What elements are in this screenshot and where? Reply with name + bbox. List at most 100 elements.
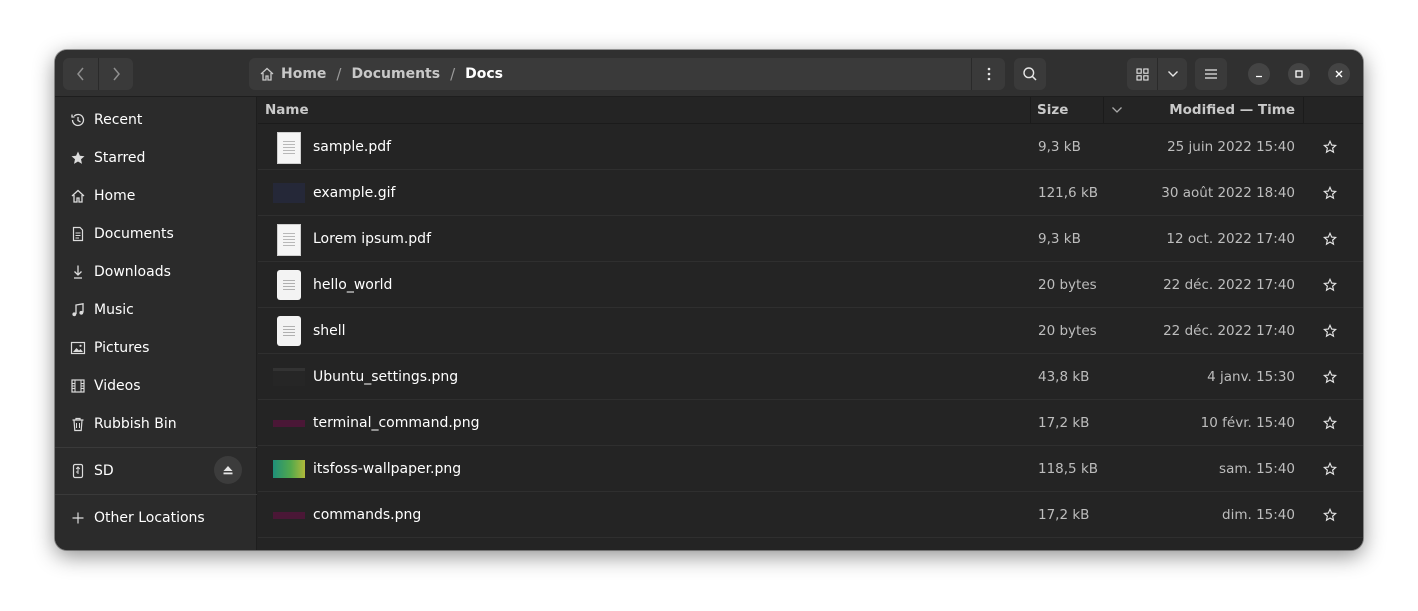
minimize-button[interactable]	[1248, 63, 1270, 85]
breadcrumb-separator: /	[336, 65, 342, 83]
file-modified: sam. 15:40	[1219, 461, 1295, 477]
picture-icon	[68, 338, 88, 358]
star-toggle[interactable]	[1320, 367, 1340, 387]
file-modified: 25 juin 2022 15:40	[1167, 139, 1295, 155]
sidebar-item-other-locations[interactable]: Other Locations	[55, 499, 257, 537]
sidebar-item-label: Videos	[94, 378, 141, 394]
star-toggle[interactable]	[1320, 459, 1340, 479]
column-header-modified[interactable]: Modified — Time	[1169, 97, 1295, 123]
column-header-modified-label: Modified — Time	[1169, 102, 1295, 118]
column-separator	[1030, 97, 1031, 123]
file-modified: 4 janv. 15:30	[1207, 369, 1295, 385]
file-size: 43,8 kB	[1038, 369, 1090, 385]
sidebar-item-rubbish-bin[interactable]: Rubbish Bin	[55, 405, 257, 443]
star-toggle[interactable]	[1320, 137, 1340, 157]
sidebar-item-label: Starred	[94, 150, 146, 166]
row-divider	[258, 537, 1363, 538]
sidebar-item-documents[interactable]: Documents	[55, 215, 257, 253]
forward-button[interactable]	[98, 58, 133, 90]
file-modified: 30 août 2022 18:40	[1161, 185, 1295, 201]
home-icon	[68, 186, 88, 206]
star-icon	[68, 148, 88, 168]
sidebar-item-music[interactable]: Music	[55, 291, 257, 329]
column-separator	[1303, 97, 1304, 123]
sidebar-item-label: Downloads	[94, 264, 171, 280]
sidebar-item-sd[interactable]: SD	[55, 452, 257, 490]
star-outline-icon	[1323, 278, 1337, 292]
breadcrumb-separator: /	[450, 65, 456, 83]
sidebar-item-videos[interactable]: Videos	[55, 367, 257, 405]
star-outline-icon	[1323, 462, 1337, 476]
main-menu-button[interactable]	[1195, 58, 1227, 90]
sidebar-item-recent[interactable]: Recent	[55, 101, 257, 139]
clock-icon	[68, 110, 88, 130]
table-row[interactable]: example.gif 121,6 kB 30 août 2022 18:40	[258, 170, 1363, 216]
column-header-name[interactable]: Name	[265, 97, 309, 123]
sidebar-item-label: Pictures	[94, 340, 150, 356]
file-size: 121,6 kB	[1038, 185, 1099, 201]
star-toggle[interactable]	[1320, 183, 1340, 203]
view-options-dropdown[interactable]	[1157, 58, 1187, 90]
star-toggle[interactable]	[1320, 505, 1340, 525]
file-name: example.gif	[313, 185, 396, 201]
sidebar-divider	[55, 494, 257, 495]
maximize-button[interactable]	[1288, 63, 1310, 85]
sidebar-item-label: Rubbish Bin	[94, 416, 177, 432]
pdf-file-icon	[277, 132, 301, 164]
file-modified: 12 oct. 2022 17:40	[1166, 231, 1295, 247]
breadcrumb-current[interactable]: Docs	[465, 66, 503, 82]
file-size: 20 bytes	[1038, 323, 1097, 339]
breadcrumb-documents[interactable]: Documents	[351, 66, 440, 82]
file-name: Lorem ipsum.pdf	[313, 231, 432, 247]
sidebar-item-home[interactable]: Home	[55, 177, 257, 215]
file-modified: 22 déc. 2022 17:40	[1163, 323, 1295, 339]
close-button[interactable]	[1328, 63, 1350, 85]
chevron-right-icon	[113, 67, 120, 81]
column-separator	[1103, 97, 1104, 123]
star-toggle[interactable]	[1320, 413, 1340, 433]
star-toggle[interactable]	[1320, 275, 1340, 295]
text-file-icon	[277, 316, 301, 346]
sidebar-item-pictures[interactable]: Pictures	[55, 329, 257, 367]
file-name: hello_world	[313, 277, 393, 293]
table-row[interactable]: shell 20 bytes 22 déc. 2022 17:40	[258, 308, 1363, 354]
table-row[interactable]: Lorem ipsum.pdf 9,3 kB 12 oct. 2022 17:4…	[258, 216, 1363, 262]
download-icon	[68, 262, 88, 282]
breadcrumb-home[interactable]: Home	[259, 66, 326, 82]
navigation-buttons	[63, 58, 133, 90]
breadcrumb-current-label: Docs	[465, 66, 504, 82]
sidebar-item-downloads[interactable]: Downloads	[55, 253, 257, 291]
file-name: terminal_command.png	[313, 415, 480, 431]
search-button[interactable]	[1014, 58, 1046, 90]
eject-button[interactable]	[214, 456, 242, 484]
file-name: itsfoss-wallpaper.png	[313, 461, 462, 477]
grid-view-button[interactable]	[1127, 58, 1157, 90]
file-manager-window: Home / Documents / Docs Recent Starred H…	[55, 50, 1363, 550]
table-row[interactable]: terminal_command.png 17,2 kB 10 févr. 15…	[258, 400, 1363, 446]
png-thumbnail-icon	[273, 420, 305, 427]
column-header-size[interactable]: Size	[1037, 97, 1068, 123]
sort-dropdown[interactable]	[1111, 97, 1123, 123]
back-button[interactable]	[63, 58, 98, 90]
table-row[interactable]: hello_world 20 bytes 22 déc. 2022 17:40	[258, 262, 1363, 308]
star-toggle[interactable]	[1320, 321, 1340, 341]
table-row[interactable]: commands.png 17,2 kB dim. 15:40	[258, 492, 1363, 538]
sidebar-item-label: SD	[94, 463, 114, 479]
table-row[interactable]: Ubuntu_settings.png 43,8 kB 4 janv. 15:3…	[258, 354, 1363, 400]
file-modified: dim. 15:40	[1222, 507, 1295, 523]
table-row[interactable]: itsfoss-wallpaper.png 118,5 kB sam. 15:4…	[258, 446, 1363, 492]
document-icon	[68, 224, 88, 244]
sidebar-item-starred[interactable]: Starred	[55, 139, 257, 177]
usb-drive-icon	[68, 461, 88, 481]
table-row[interactable]: sample.pdf 9,3 kB 25 juin 2022 15:40	[258, 124, 1363, 170]
gif-thumbnail-icon	[273, 183, 305, 203]
file-name: sample.pdf	[313, 139, 392, 155]
sidebar-item-label: Recent	[94, 112, 143, 128]
file-modified: 22 déc. 2022 17:40	[1163, 277, 1295, 293]
path-menu-button[interactable]	[971, 58, 1005, 90]
sidebar-divider	[55, 447, 257, 448]
file-size: 118,5 kB	[1038, 461, 1099, 477]
star-toggle[interactable]	[1320, 229, 1340, 249]
file-size: 17,2 kB	[1038, 507, 1090, 523]
hamburger-icon	[1205, 69, 1217, 79]
